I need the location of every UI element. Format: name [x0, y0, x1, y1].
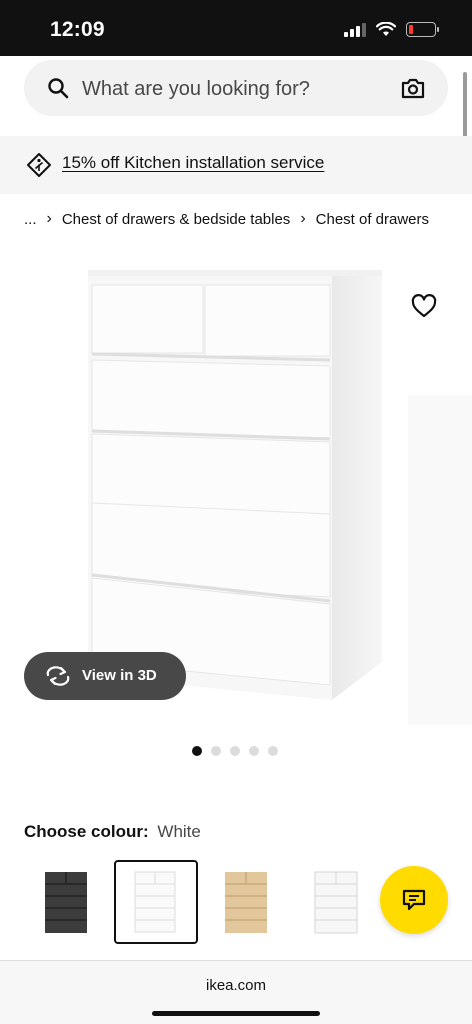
oak-chest-thumbnail [225, 872, 267, 933]
breadcrumb-item-chests-bedside[interactable]: Chest of drawers & bedside tables [62, 211, 290, 228]
promo-link[interactable]: 15% off Kitchen installation service [62, 153, 324, 173]
swatch-white-stained-oak[interactable] [204, 860, 288, 944]
chevron-right-icon: › [46, 210, 52, 227]
swatch-black-brown[interactable] [24, 860, 108, 944]
heart-icon[interactable] [411, 294, 437, 318]
browser-url[interactable]: ikea.com [0, 977, 472, 994]
breadcrumb: ... › Chest of drawers & bedside tables … [24, 210, 429, 228]
view-in-3d-button[interactable]: View in 3D [24, 652, 186, 700]
search-placeholder: What are you looking for? [82, 78, 310, 100]
colour-value: White [157, 822, 201, 841]
search-input[interactable]: What are you looking for? [24, 60, 448, 116]
carousel-dot[interactable] [268, 746, 278, 756]
swatch-high-gloss-white[interactable] [294, 860, 378, 944]
gloss-white-chest-thumbnail [314, 871, 358, 934]
promo-bar[interactable]: 15% off Kitchen installation service [0, 136, 472, 194]
breadcrumb-item-chest-of-drawers[interactable]: Chest of drawers [316, 211, 429, 228]
wifi-icon [376, 22, 396, 36]
home-indicator[interactable] [152, 1011, 320, 1016]
chat-button[interactable] [380, 866, 448, 934]
browser-bottom-bar: ikea.com [0, 960, 472, 1024]
tag-icon [27, 153, 51, 177]
white-chest-thumbnail [134, 871, 176, 933]
black-brown-chest-thumbnail [45, 872, 87, 933]
colour-heading: Choose colour: White [24, 822, 201, 842]
colour-label: Choose colour: [24, 822, 149, 841]
status-bar: 12:09 [0, 0, 472, 56]
status-icons [344, 22, 439, 37]
carousel-dots [192, 746, 278, 756]
search-icon [48, 78, 69, 99]
carousel-dot[interactable] [249, 746, 259, 756]
chat-icon [402, 889, 426, 911]
carousel-dot[interactable] [192, 746, 202, 756]
chevron-right-icon: › [300, 210, 306, 227]
camera-icon[interactable] [400, 76, 426, 100]
status-time: 12:09 [50, 18, 105, 41]
view-in-3d-label: View in 3D [82, 667, 157, 684]
search-area: What are you looking for? [0, 56, 472, 136]
swatch-white[interactable] [114, 860, 198, 944]
battery-icon [406, 22, 439, 37]
rotate-3d-icon [46, 666, 70, 686]
breadcrumb-item-ellipsis[interactable]: ... [24, 211, 37, 228]
signal-icon [344, 22, 366, 37]
carousel-dot[interactable] [211, 746, 221, 756]
carousel-dot[interactable] [230, 746, 240, 756]
